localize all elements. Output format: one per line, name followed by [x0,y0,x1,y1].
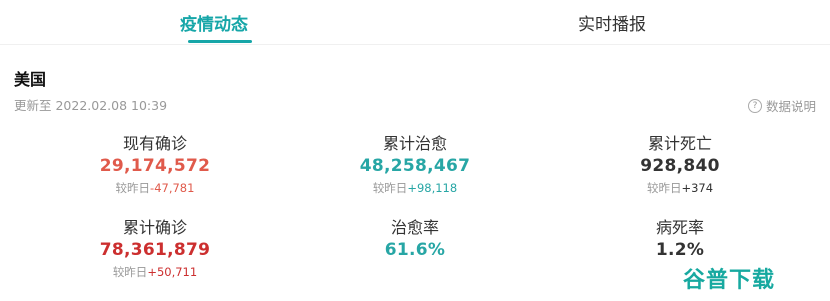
stat-value: 29,174,572 [99,156,211,176]
tab-bar: 疫情动态 实时播报 [0,0,830,45]
stat-death-rate: 病死率 1.2% [580,214,780,262]
stat-total-confirmed: 累计确诊 78,361,879 较昨日+50,711 [55,214,255,280]
delta-value: -47,781 [150,181,195,195]
stat-value: 78,361,879 [99,240,211,260]
stat-label: 现有确诊 [122,134,187,153]
stat-delta: 较昨日+50,711 [55,264,255,280]
stat-value: 1.2% [655,240,705,260]
stat-value: 928,840 [640,156,720,176]
stat-current-confirmed: 现有确诊 29,174,572 较昨日-47,781 [55,130,255,196]
delta-prefix: 较昨日 [646,181,682,195]
watermark-logo: 谷普下载 [682,268,775,293]
delta-value: +374 [681,181,714,195]
stat-value: 61.6% [384,240,446,260]
update-time: 更新至 2022.02.08 10:39 [14,98,168,113]
stat-delta: 较昨日+374 [580,180,780,196]
stat-label: 病死率 [655,218,704,237]
stat-label: 累计确诊 [122,218,187,237]
region-title: 美国 [14,70,47,89]
delta-value: +50,711 [147,265,198,279]
data-explanation-label: 数据说明 [765,99,816,114]
tab-live-broadcast[interactable]: 实时播报 [578,10,646,35]
stat-label: 累计治愈 [382,134,447,153]
stat-label: 治愈率 [390,218,439,237]
delta-prefix: 较昨日 [115,181,151,195]
data-explanation-link[interactable]: ? 数据说明 [747,96,816,115]
stat-value: 48,258,467 [359,156,471,176]
stat-delta: 较昨日-47,781 [55,180,255,196]
delta-value: +98,118 [407,181,458,195]
question-icon: ? [747,98,762,113]
stat-cure-rate: 治愈率 61.6% [315,214,515,262]
stat-total-deaths: 累计死亡 928,840 较昨日+374 [580,130,780,196]
stat-total-cured: 累计治愈 48,258,467 较昨日+98,118 [315,130,515,196]
tab-epidemic-dynamics[interactable]: 疫情动态 [180,10,248,35]
stat-label: 累计死亡 [647,134,712,153]
active-tab-indicator [188,40,252,43]
stat-delta: 较昨日+98,118 [315,180,515,196]
delta-prefix: 较昨日 [372,181,408,195]
delta-prefix: 较昨日 [112,265,148,279]
